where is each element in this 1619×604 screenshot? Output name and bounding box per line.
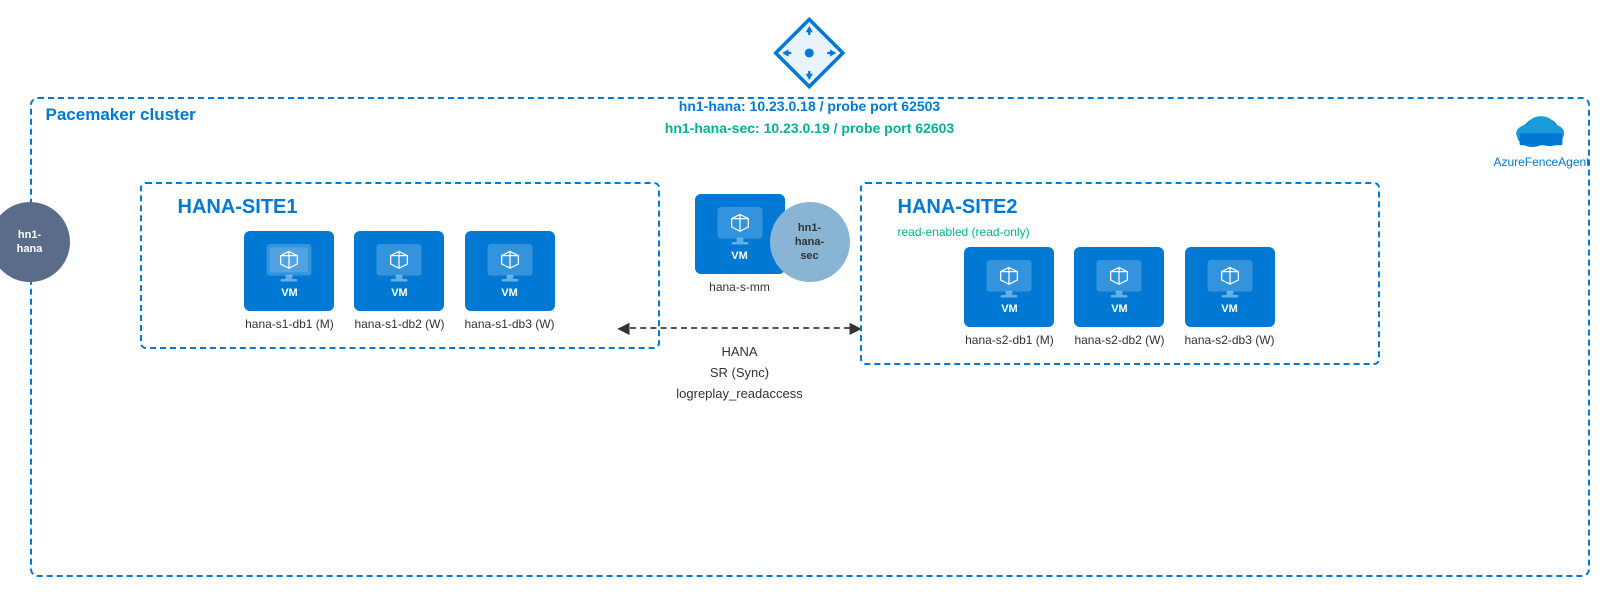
lb-text: hn1-hana: 10.23.0.18 / probe port 62503 … xyxy=(665,95,954,140)
vm-icon-s1-db1: VM xyxy=(244,231,334,311)
monitor-icon-s2-db3 xyxy=(1205,259,1255,301)
vm-item-s1-db3: VM hana-s1-db3 (W) xyxy=(465,231,555,331)
monitor-icon-s2-db2 xyxy=(1094,259,1144,301)
fence-agent-section: AzureFenceAgent xyxy=(1493,107,1589,169)
site2-wrapper: hn1- hana- sec HANA-SITE2 read-enabled (… xyxy=(820,172,1380,365)
monitor-icon-s1-db3 xyxy=(485,243,535,285)
site2-title: HANA-SITE2 xyxy=(898,196,1018,219)
vm-label-s1-db2: VM xyxy=(391,287,408,299)
site1-vms-row: VM hana-s1-db1 (M) xyxy=(244,231,554,331)
vm-item-s1-db1: VM hana-s1-db1 (M) xyxy=(244,231,334,331)
load-balancer-section: hn1-hana: 10.23.0.18 / probe port 62503 … xyxy=(665,17,954,140)
monitor-icon-s1-db2 xyxy=(374,243,424,285)
vm-icon-s1-db3: VM xyxy=(465,231,555,311)
monitor-icon-s2-db1 xyxy=(984,259,1034,301)
monitor-icon-mm xyxy=(715,206,765,248)
main-container: hn1-hana: 10.23.0.18 / probe port 62503 … xyxy=(20,17,1600,587)
sr-label-1: HANA xyxy=(676,342,802,363)
vm-label-s1-db1: VM xyxy=(281,287,298,299)
sr-dashed-line xyxy=(630,327,850,329)
vm-icon-s2-db3: VM xyxy=(1185,247,1275,327)
site2-vms-row: VM hana-s2-db1 (M) xyxy=(964,247,1274,347)
vm-label-mm: VM xyxy=(731,250,748,262)
read-enabled-label: read-enabled (read-only) xyxy=(898,225,1030,239)
vm-name-mm: hana-s-mm xyxy=(709,280,770,294)
vm-item-s2-db1: VM hana-s2-db1 (M) xyxy=(964,247,1054,347)
lb-secondary-label: hn1-hana-sec: 10.23.0.19 / probe port 62… xyxy=(665,117,954,139)
sites-wrapper: hn1- hana HANA-SITE1 xyxy=(40,172,1580,404)
vm-icon-s2-db2: VM xyxy=(1074,247,1164,327)
monitor-icon-s1-db1 xyxy=(264,243,314,285)
site1-box: HANA-SITE1 xyxy=(140,182,660,349)
cloud-icon xyxy=(1511,107,1571,151)
vm-icon-s2-db1: VM xyxy=(964,247,1054,327)
lb-primary-label: hn1-hana: 10.23.0.18 / probe port 62503 xyxy=(665,95,954,117)
vm-name-s2-db2: hana-s2-db2 (W) xyxy=(1074,333,1164,347)
vm-name-s1-db1: hana-s1-db1 (M) xyxy=(245,317,334,331)
vm-name-s2-db1: hana-s2-db1 (M) xyxy=(965,333,1054,347)
site2-box: HANA-SITE2 read-enabled (read-only) xyxy=(860,182,1380,365)
vm-label-s2-db3: VM xyxy=(1221,303,1238,315)
vm-name-s1-db3: hana-s1-db3 (W) xyxy=(465,317,555,331)
vip-circle-site1: hn1- hana xyxy=(0,202,70,282)
vm-item-s2-db2: VM hana-s2-db2 (W) xyxy=(1074,247,1164,347)
vip-circle-site2: hn1- hana- sec xyxy=(770,202,850,282)
vm-item-s1-db2: VM hana-s1-db2 (W) xyxy=(354,231,444,331)
sr-label: HANA SR (Sync) logreplay_readaccess xyxy=(676,342,802,404)
sr-label-2: SR (Sync) xyxy=(676,363,802,384)
load-balancer-icon xyxy=(774,17,846,89)
fence-agent-label: AzureFenceAgent xyxy=(1493,155,1589,169)
vm-item-s2-db3: VM hana-s2-db3 (W) xyxy=(1185,247,1275,347)
vm-name-s1-db2: hana-s1-db2 (W) xyxy=(354,317,444,331)
vm-icon-s1-db2: VM xyxy=(354,231,444,311)
site1-title: HANA-SITE1 xyxy=(178,196,298,219)
sr-label-3: logreplay_readaccess xyxy=(676,384,802,405)
site1-wrapper: hn1- hana HANA-SITE1 xyxy=(40,172,660,349)
pacemaker-label: Pacemaker cluster xyxy=(46,105,196,125)
vm-name-s2-db3: hana-s2-db3 (W) xyxy=(1185,333,1275,347)
vm-label-s2-db1: VM xyxy=(1001,303,1018,315)
vm-label-s1-db3: VM xyxy=(501,287,518,299)
vm-label-s2-db2: VM xyxy=(1111,303,1128,315)
